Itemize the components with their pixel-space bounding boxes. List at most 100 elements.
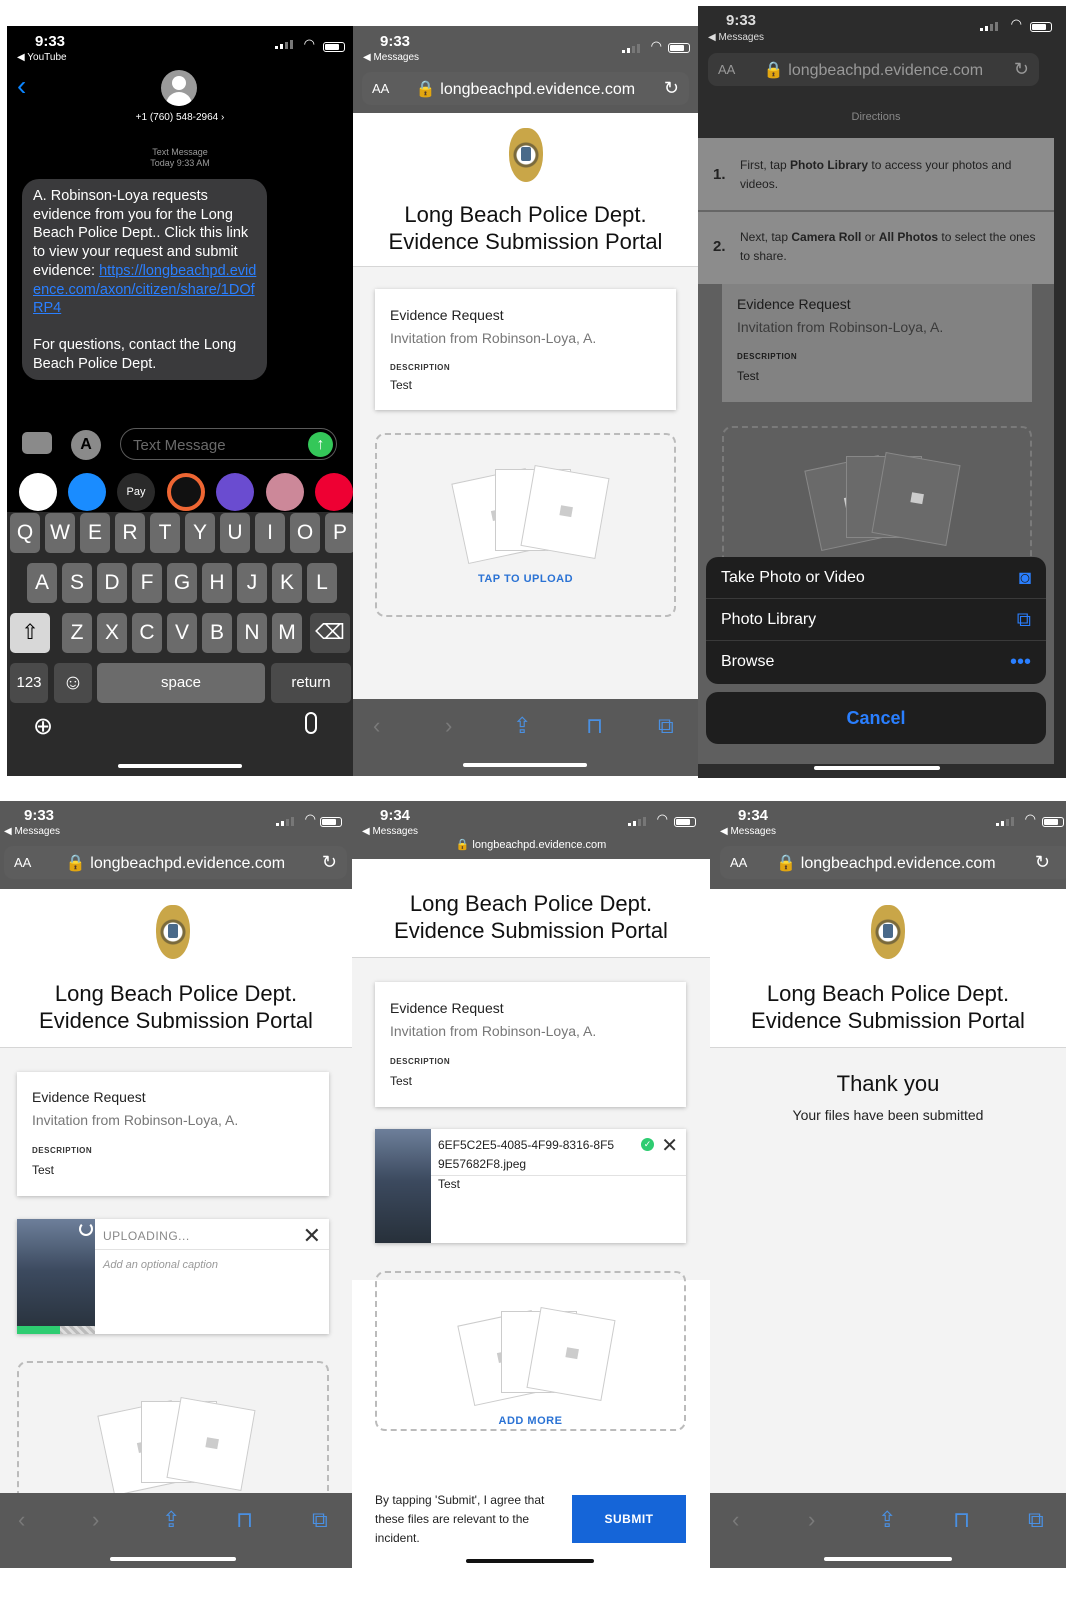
upload-progress-track [17, 1326, 95, 1334]
tabs-icon[interactable]: ⧉ [312, 1507, 328, 1533]
address-bar[interactable]: AA 🔒 longbeachpd.evidence.com ↻ [4, 846, 347, 879]
key-r[interactable]: R [115, 513, 145, 553]
key-p[interactable]: P [325, 513, 353, 553]
app-store-icon[interactable]: A [71, 430, 101, 460]
emoji-key[interactable]: ☺ [54, 663, 92, 703]
file-caption[interactable]: Test [438, 1177, 460, 1191]
remove-file-icon[interactable]: ✕ [661, 1133, 678, 1158]
key-z[interactable]: Z [62, 613, 92, 653]
key-x[interactable]: X [97, 613, 127, 653]
microphone-icon[interactable] [305, 712, 317, 734]
key-k[interactable]: K [272, 563, 302, 603]
back-to-app[interactable]: ◀ YouTube [17, 52, 67, 63]
key-a[interactable]: A [27, 563, 57, 603]
forward-arrow-icon[interactable]: › [808, 1507, 815, 1533]
tabs-icon[interactable]: ⧉ [658, 713, 674, 739]
remove-file-icon[interactable]: ✕ [303, 1223, 321, 1249]
reload-icon[interactable]: ↻ [322, 852, 337, 873]
back-to-messages[interactable]: ◀ Messages [720, 826, 776, 837]
key-t[interactable]: T [150, 513, 180, 553]
keyboard: ⇧ ⌫ 123 ☺ space return ⊕ QWERTYUIOP ASDFG… [7, 512, 353, 776]
share-icon[interactable]: ⇪ [878, 1507, 896, 1533]
key-e[interactable]: E [80, 513, 110, 553]
evidence-request-card: Evidence Request Invitation from Robinso… [722, 284, 1032, 402]
back-to-messages[interactable]: ◀ Messages [4, 826, 60, 837]
cancel-button[interactable]: Cancel [706, 692, 1046, 744]
key-d[interactable]: D [97, 563, 127, 603]
key-n[interactable]: N [237, 613, 267, 653]
address-bar[interactable]: AA 🔒 longbeachpd.evidence.com ↻ [708, 53, 1039, 86]
applepay-app-icon[interactable]: Pay [117, 473, 155, 511]
reload-icon[interactable]: ↻ [1035, 852, 1050, 873]
lbpd-badge-logo [156, 905, 190, 959]
back-arrow-icon[interactable]: ‹ [732, 1507, 739, 1533]
add-more-zone[interactable]: ADD MORE [375, 1271, 686, 1431]
back-arrow-icon[interactable]: ‹ [373, 713, 380, 739]
key-o[interactable]: O [290, 513, 320, 553]
bookmarks-icon[interactable]: ⊓ [586, 713, 603, 739]
status-bar: 9:34 ◀ Messages ◠ [710, 801, 1066, 837]
back-to-messages[interactable]: ◀ Messages [362, 826, 418, 837]
activity-app-icon[interactable] [167, 473, 205, 511]
delete-key[interactable]: ⌫ [310, 613, 350, 653]
key-c[interactable]: C [132, 613, 162, 653]
key-y[interactable]: Y [185, 513, 215, 553]
take-photo-option[interactable]: Take Photo or Video ◙ [706, 557, 1046, 599]
digital-touch-app-icon[interactable] [315, 473, 353, 511]
appstore-app-icon[interactable] [68, 473, 106, 511]
return-key[interactable]: return [271, 663, 351, 703]
address-bar[interactable]: AA 🔒 longbeachpd.evidence.com ↻ [720, 846, 1066, 879]
bookmarks-icon[interactable]: ⊓ [953, 1507, 970, 1533]
reload-icon[interactable]: ↻ [664, 78, 679, 99]
wifi-icon: ◠ [304, 811, 316, 826]
message-input[interactable]: Text Message ↑ [120, 428, 337, 460]
numbers-key[interactable]: 123 [10, 663, 48, 703]
back-arrow-icon[interactable]: ‹ [18, 1507, 25, 1533]
contact-avatar[interactable] [161, 70, 197, 106]
browse-option[interactable]: Browse ••• [706, 641, 1046, 683]
back-chevron-icon[interactable]: ‹ [17, 70, 26, 102]
globe-icon[interactable]: ⊕ [33, 712, 53, 741]
reload-icon[interactable]: ↻ [1014, 59, 1029, 80]
key-s[interactable]: S [62, 563, 92, 603]
bookmarks-icon[interactable]: ⊓ [236, 1507, 253, 1533]
key-m[interactable]: M [272, 613, 302, 653]
tabs-icon[interactable]: ⧉ [1028, 1507, 1044, 1533]
camera-icon[interactable] [22, 432, 52, 454]
shift-key[interactable]: ⇧ [10, 613, 50, 653]
back-to-messages[interactable]: ◀ Messages [708, 32, 764, 43]
photos-app-icon[interactable] [19, 473, 57, 511]
tap-to-upload-zone[interactable]: TAP TO UPLOAD [375, 433, 676, 617]
tap-to-upload-label[interactable]: TAP TO UPLOAD [377, 573, 674, 585]
add-more-label[interactable]: ADD MORE [377, 1415, 684, 1427]
submit-button[interactable]: SUBMIT [572, 1495, 686, 1543]
key-g[interactable]: G [167, 563, 197, 603]
wifi-icon: ◠ [650, 38, 662, 53]
key-w[interactable]: W [45, 513, 75, 553]
send-icon[interactable]: ↑ [308, 432, 333, 457]
battery-icon [668, 43, 690, 53]
caption-input[interactable]: Add an optional caption [103, 1259, 218, 1271]
contact-number[interactable]: +1 (760) 548-2964 › [7, 112, 353, 123]
space-key[interactable]: space [97, 663, 265, 703]
address-bar[interactable]: AA 🔒 longbeachpd.evidence.com ↻ [362, 72, 689, 105]
key-v[interactable]: V [167, 613, 197, 653]
upload-spinner-icon [79, 1222, 93, 1236]
forward-arrow-icon[interactable]: › [92, 1507, 99, 1533]
photo-library-option[interactable]: Photo Library ⧉ [706, 599, 1046, 641]
key-q[interactable]: Q [10, 513, 40, 553]
key-h[interactable]: H [202, 563, 232, 603]
compact-url[interactable]: 🔒 longbeachpd.evidence.com [352, 838, 710, 851]
memoji-app-icon[interactable] [216, 473, 254, 511]
key-i[interactable]: I [255, 513, 285, 553]
animoji-app-icon[interactable] [266, 473, 304, 511]
key-u[interactable]: U [220, 513, 250, 553]
share-icon[interactable]: ⇪ [513, 713, 531, 739]
forward-arrow-icon[interactable]: › [445, 713, 452, 739]
key-f[interactable]: F [132, 563, 162, 603]
back-to-messages[interactable]: ◀ Messages [363, 52, 419, 63]
key-j[interactable]: J [237, 563, 267, 603]
key-l[interactable]: L [307, 563, 337, 603]
key-b[interactable]: B [202, 613, 232, 653]
share-icon[interactable]: ⇪ [162, 1507, 180, 1533]
